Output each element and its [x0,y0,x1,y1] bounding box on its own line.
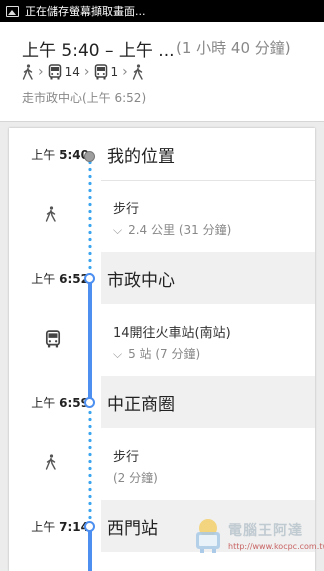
walk-icon [45,206,56,222]
stop-node [84,273,95,284]
watermark-text: 電腦王阿達 [228,523,303,539]
start-node [84,151,95,162]
segment-title: 步行 [113,450,140,465]
walk-icon [22,64,33,80]
route-summary-header[interactable]: 上午 5:40 – 上午 ... (1 小時 40 分鐘) › 14 › 1 ›… [0,22,324,122]
stop-node [84,521,95,532]
chevron-down-icon: ⌵ [113,223,123,237]
bus-number-14: 14 [64,65,80,79]
stop-name: 我的位置 [107,147,175,167]
chevron-right-icon: › [83,64,90,80]
screenshot-icon [6,5,19,17]
status-bar: 正在儲存螢幕擷取畫面... [0,0,324,22]
chevron-right-icon: › [38,64,44,80]
route-modes: › 14 › 1 › [22,62,144,82]
stop-row[interactable]: 上午 6:59 中正商圈 [9,376,315,428]
itinerary-card: 上午 5:40 我的位置 步行 ⌵ 2.4 公里 (31 分鐘) 上午 6:52 … [9,128,315,571]
segment-title: 14開往火車站(南站) [113,326,231,341]
bus-icon [48,64,61,80]
segment-title: 步行 [113,202,140,217]
bus-icon [94,64,107,80]
route-via: 走市政中心(上午 6:52) [22,91,147,105]
time-range: 上午 5:40 – 上午 ... [22,41,175,61]
stop-node [84,397,95,408]
stop-name: 中正商圈 [107,395,175,415]
bus-segment[interactable]: 14開往火車站(南站) ⌵ 5 站 (7 分鐘) [9,304,315,376]
walk-icon [45,454,56,470]
status-text: 正在儲存螢幕擷取畫面... [25,5,146,18]
stop-time: 上午 5:40 [31,148,89,162]
stop-time: 上午 6:59 [31,396,89,410]
chevron-down-icon: ⌵ [113,347,123,361]
segment-detail[interactable]: ⌵ 2.4 公里 (31 分鐘) [113,221,231,238]
walk-icon [132,64,143,80]
walk-segment[interactable]: 步行 (2 分鐘) [9,428,315,500]
stop-time: 上午 7:14 [31,520,89,534]
stop-name: 西門站 [107,519,158,539]
watermark-url: http://www.kocpc.com.tw [228,542,324,551]
stop-row[interactable]: 上午 5:40 我的位置 [9,128,315,180]
bus-number-1: 1 [110,65,119,79]
chevron-right-icon: › [122,64,128,80]
stop-name: 市政中心 [107,271,175,291]
tv-mascot-icon [196,519,220,553]
stop-time: 上午 6:52 [31,272,89,286]
divider [101,180,315,181]
stop-row[interactable]: 上午 6:52 市政中心 [9,252,315,304]
trip-duration: (1 小時 40 分鐘) [176,39,291,57]
segment-detail: (2 分鐘) [113,471,158,485]
segment-detail[interactable]: ⌵ 5 站 (7 分鐘) [113,345,200,362]
walk-segment[interactable]: 步行 ⌵ 2.4 公里 (31 分鐘) [9,180,315,252]
watermark-logo: 電腦王阿達 http://www.kocpc.com.tw [190,514,324,562]
bus-icon [45,330,61,348]
